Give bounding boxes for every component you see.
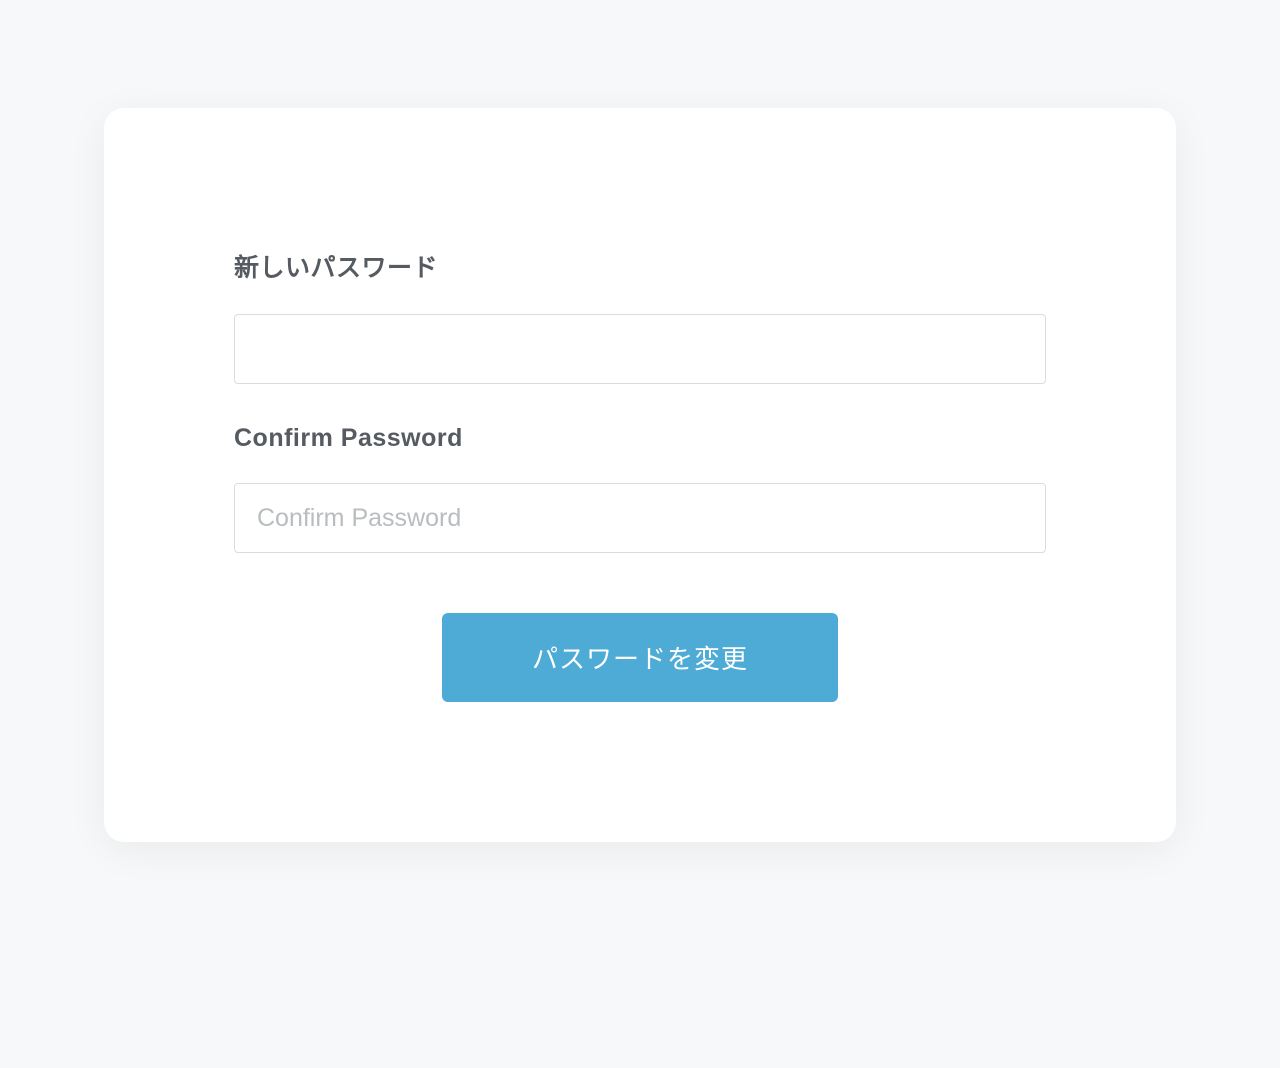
new-password-label: 新しいパスワード xyxy=(234,248,1046,284)
change-password-button[interactable]: パスワードを変更 xyxy=(442,613,838,702)
new-password-input[interactable] xyxy=(234,314,1046,384)
confirm-password-group: Confirm Password xyxy=(234,424,1046,553)
submit-wrap: パスワードを変更 xyxy=(234,613,1046,702)
password-change-card: 新しいパスワード Confirm Password パスワードを変更 xyxy=(104,108,1176,842)
new-password-group: 新しいパスワード xyxy=(234,248,1046,384)
confirm-password-input[interactable] xyxy=(234,483,1046,553)
confirm-password-label: Confirm Password xyxy=(234,424,1046,453)
